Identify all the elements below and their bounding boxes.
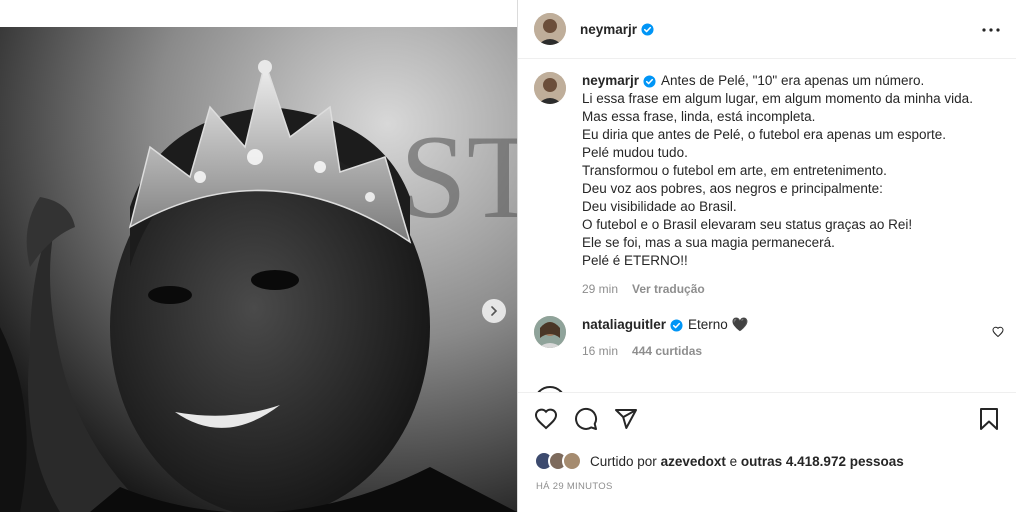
- post-actions: Curtido por azevedoxt e outras 4.418.972…: [518, 392, 1016, 512]
- photo-image: ST: [0, 27, 517, 512]
- likes-conj: e: [729, 453, 738, 469]
- more-options-button[interactable]: [981, 20, 1001, 40]
- caption-author-avatar[interactable]: [534, 72, 566, 104]
- heart-icon[interactable]: [534, 407, 558, 431]
- post-photo[interactable]: ST: [0, 27, 517, 512]
- comment-time: 16 min: [582, 344, 619, 358]
- see-translation-link[interactable]: Ver tradução: [632, 280, 705, 298]
- likes-others-link[interactable]: outras 4.418.972 pessoas: [741, 454, 904, 469]
- caption-line: Pelé é ETERNO!!: [582, 253, 688, 268]
- comment-text: Eterno: [688, 317, 728, 332]
- post-header: neymarjr: [518, 0, 1016, 59]
- liker-avatars: [534, 451, 582, 471]
- comment-likes-link[interactable]: 444 curtidas: [632, 342, 702, 360]
- caption-line: Pelé mudou tudo.: [582, 145, 688, 160]
- caption-line: Deu visibilidade ao Brasil.: [582, 199, 737, 214]
- caption-line: Antes de Pelé, "10" era apenas um número…: [661, 73, 925, 88]
- caption-line: Mas essa frase, linda, está incompleta.: [582, 109, 816, 124]
- caption-line: Ele se foi, mas a sua magia permanecerá.: [582, 235, 835, 250]
- caption-line: Eu diria que antes de Pelé, o futebol er…: [582, 127, 946, 142]
- caption-line: Transformou o futebol em arte, em entret…: [582, 163, 887, 178]
- caption-line: O futebol e o Brasil elevaram seu status…: [582, 217, 913, 232]
- commenter-avatar[interactable]: [534, 316, 566, 348]
- next-photo-button[interactable]: [482, 299, 506, 323]
- comment-like-heart-icon[interactable]: [992, 326, 1004, 338]
- comments-section[interactable]: neymarjr Antes de Pelé, "10" era apenas …: [518, 60, 1016, 392]
- post-details-panel: neymarjr neymarjr Antes de Pelé, "10" er…: [517, 0, 1016, 512]
- comment-bubble-icon[interactable]: [574, 407, 598, 431]
- verified-badge-icon: [643, 74, 656, 88]
- caption-username[interactable]: neymarjr: [582, 72, 639, 90]
- author-avatar[interactable]: [534, 13, 566, 45]
- paper-plane-icon[interactable]: [614, 407, 638, 431]
- liker-username[interactable]: azevedoxt: [661, 454, 726, 469]
- verified-badge-icon: [670, 318, 683, 332]
- caption-time: 29 min: [582, 282, 619, 296]
- post-timestamp[interactable]: HÁ 29 MINUTOS: [536, 481, 613, 492]
- likes-prefix: Curtido por: [590, 453, 657, 469]
- svg-text:ST: ST: [400, 110, 517, 243]
- likes-summary: Curtido por azevedoxt e outras 4.418.972…: [534, 451, 904, 471]
- caption-line: Li essa frase em algum lugar, em algum m…: [582, 91, 973, 106]
- black-heart-emoji: 🖤: [731, 317, 749, 332]
- bookmark-icon[interactable]: [977, 407, 1001, 431]
- verified-badge-icon: [641, 22, 654, 36]
- more-options-icon: [982, 28, 1000, 32]
- post-caption: neymarjr Antes de Pelé, "10" era apenas …: [534, 72, 1004, 298]
- comment-item: nataliaguitler Eterno 🖤 16 min 444 curti…: [534, 316, 1004, 360]
- author-username[interactable]: neymarjr: [580, 22, 637, 37]
- commenter-username[interactable]: nataliaguitler: [582, 316, 666, 334]
- caption-line: Deu voz aos pobres, aos negros e princip…: [582, 181, 883, 196]
- chevron-right-icon: [491, 306, 498, 316]
